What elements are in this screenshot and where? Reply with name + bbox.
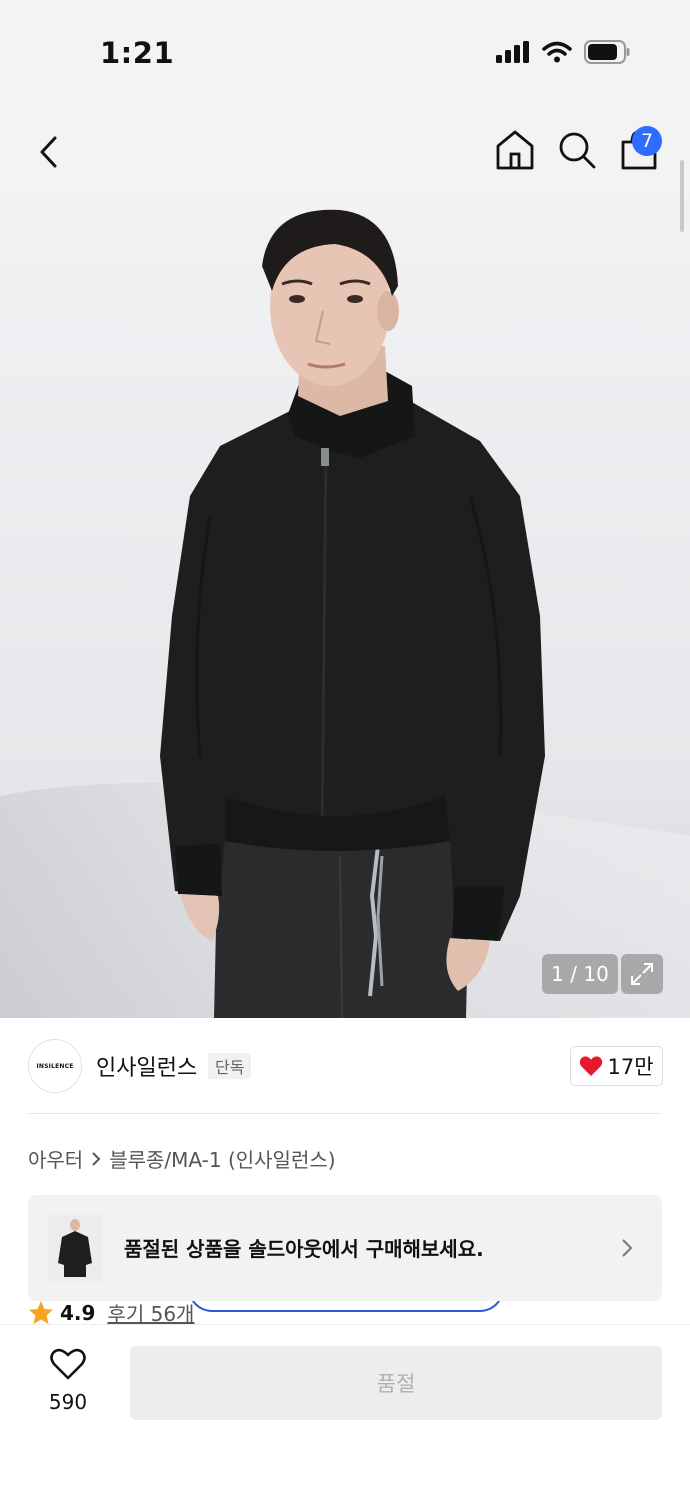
breadcrumb-item-category[interactable]: 블루종/MA-1 (인사일런스) bbox=[109, 1144, 335, 1173]
banner-thumbnail bbox=[48, 1215, 103, 1281]
review-link[interactable]: 후기 56개 bbox=[107, 1298, 194, 1327]
brand-name[interactable]: 인사일런스 bbox=[96, 1050, 197, 1082]
search-icon[interactable] bbox=[556, 128, 598, 172]
wifi-icon bbox=[542, 41, 572, 63]
rating-row: 4.9 후기 56개 bbox=[28, 1298, 194, 1327]
image-counter: 1 / 10 bbox=[542, 954, 618, 994]
scrollbar[interactable] bbox=[680, 160, 684, 232]
expand-icon bbox=[631, 963, 653, 985]
brand-like-button[interactable]: 17만 bbox=[570, 1046, 663, 1086]
home-icon[interactable] bbox=[494, 128, 536, 172]
battery-icon bbox=[584, 40, 630, 64]
chevron-right-icon bbox=[622, 1239, 633, 1257]
rating-score: 4.9 bbox=[60, 1300, 96, 1325]
product-image[interactable] bbox=[0, 196, 690, 1018]
wishlist-button[interactable]: 590 bbox=[28, 1344, 108, 1420]
back-arrow-icon[interactable] bbox=[28, 130, 72, 174]
divider bbox=[28, 1113, 662, 1114]
brand-like-count: 17만 bbox=[607, 1055, 654, 1079]
product-screen: 1:21 7 1 / 10 INSILENCE 인사일런스 단독 17만 아우터… bbox=[0, 0, 690, 1500]
soldout-banner[interactable]: 품절된 상품을 솔드아웃에서 구매해보세요. bbox=[28, 1195, 662, 1301]
brand-logo-text: INSILENCE bbox=[36, 1062, 74, 1070]
brand-logo[interactable]: INSILENCE bbox=[28, 1039, 82, 1093]
soldout-banner-text: 품절된 상품을 솔드아웃에서 구매해보세요. bbox=[124, 1237, 484, 1261]
star-icon bbox=[29, 1300, 53, 1324]
chevron-right-icon bbox=[92, 1151, 101, 1166]
wishlist-count: 590 bbox=[48, 1390, 88, 1414]
status-icons bbox=[496, 40, 630, 64]
status-bar: 1:21 bbox=[0, 0, 690, 110]
product-photo bbox=[0, 196, 690, 1018]
cart-count-badge: 7 bbox=[632, 126, 662, 156]
status-time: 1:21 bbox=[100, 36, 175, 70]
expand-button[interactable] bbox=[621, 954, 663, 994]
heart-outline-icon bbox=[50, 1348, 86, 1380]
breadcrumb-item-outer[interactable]: 아우터 bbox=[28, 1144, 83, 1173]
signal-icon bbox=[496, 41, 529, 63]
soldout-button[interactable]: 품절 bbox=[130, 1346, 662, 1420]
nav-bar bbox=[0, 110, 690, 196]
breadcrumb: 아우터 블루종/MA-1 (인사일런스) bbox=[28, 1144, 336, 1173]
heart-filled-icon bbox=[580, 1056, 603, 1076]
exclusive-badge: 단독 bbox=[208, 1053, 252, 1079]
